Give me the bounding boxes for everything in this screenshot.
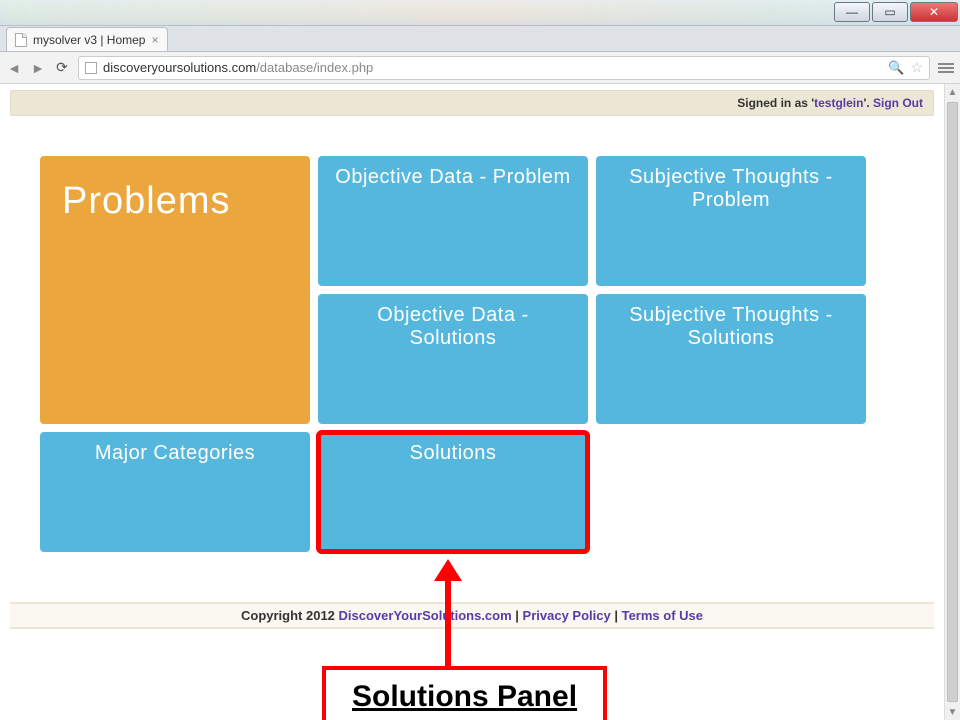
reload-button[interactable]: ⟳	[54, 60, 70, 76]
tile-subjective-thoughts-solutions[interactable]: Subjective Thoughts - Solutions	[596, 294, 866, 424]
footer-privacy-link[interactable]: Privacy Policy	[523, 608, 611, 623]
url-text: discoveryoursolutions.com/database/index…	[103, 60, 882, 75]
tile-objective-data-solutions[interactable]: Objective Data - Solutions	[318, 294, 588, 424]
tile-label: Solutions	[332, 442, 574, 465]
tile-label: Subjective Thoughts - Solutions	[610, 304, 852, 350]
tile-objective-data-problem[interactable]: Objective Data - Problem	[318, 156, 588, 286]
back-button[interactable]: ◄	[6, 60, 22, 76]
tile-subjective-thoughts-problem[interactable]: Subjective Thoughts - Problem	[596, 156, 866, 286]
tile-label: Objective Data - Problem	[332, 166, 574, 189]
window-close-button[interactable]: ✕	[910, 2, 958, 22]
signed-in-label: Signed in as '	[737, 96, 814, 110]
browser-menu-button[interactable]	[938, 63, 954, 73]
page-footer: Copyright 2012 DiscoverYourSolutions.com…	[10, 602, 934, 629]
tab-close-button[interactable]: ×	[151, 33, 158, 47]
footer-terms-link[interactable]: Terms of Use	[622, 608, 703, 623]
tile-solutions[interactable]: Solutions	[318, 432, 588, 552]
annotation-label: Solutions Panel	[352, 680, 577, 713]
signed-in-username: testglein	[814, 96, 863, 110]
forward-button[interactable]: ►	[30, 60, 46, 76]
browser-tab[interactable]: mysolver v3 | Homep ×	[6, 27, 168, 51]
footer-site-link[interactable]: DiscoverYourSolutions.com	[339, 608, 512, 623]
viewport: Signed in as 'testglein'. Sign Out Probl…	[0, 84, 960, 720]
scroll-up-button[interactable]: ▲	[945, 84, 960, 100]
vertical-scrollbar[interactable]: ▲ ▼	[944, 84, 960, 720]
browser-toolbar: ◄ ► ⟳ discoveryoursolutions.com/database…	[0, 52, 960, 84]
tile-major-categories[interactable]: Major Categories	[40, 432, 310, 552]
scroll-down-button[interactable]: ▼	[945, 704, 960, 720]
page-content: Signed in as 'testglein'. Sign Out Probl…	[0, 84, 944, 720]
file-icon	[15, 33, 27, 47]
tile-label: Objective Data - Solutions	[332, 304, 574, 350]
annotation-label-box: Solutions Panel	[322, 666, 607, 720]
annotation-arrow-icon	[445, 577, 451, 667]
tile-problems[interactable]: Problems	[40, 156, 310, 424]
window-minimize-button[interactable]: —	[834, 2, 870, 22]
window-maximize-button[interactable]: ▭	[872, 2, 908, 22]
window-titlebar: — ▭ ✕	[0, 0, 960, 26]
copyright-label: Copyright 2012	[241, 608, 339, 623]
scroll-thumb[interactable]	[947, 102, 958, 702]
tile-label: Major Categories	[54, 442, 296, 465]
bookmark-star-icon[interactable]: ☆	[910, 59, 923, 76]
site-info-icon[interactable]	[85, 62, 97, 74]
zoom-icon[interactable]: 🔍	[888, 60, 904, 76]
tab-title: mysolver v3 | Homep	[33, 33, 145, 47]
browser-tab-strip: mysolver v3 | Homep ×	[0, 26, 960, 52]
tiles-grid: Problems Objective Data - Problem Subjec…	[10, 156, 934, 552]
tile-label: Problems	[54, 166, 296, 223]
login-status-bar: Signed in as 'testglein'. Sign Out	[10, 90, 934, 116]
tile-label: Subjective Thoughts - Problem	[610, 166, 852, 212]
address-bar[interactable]: discoveryoursolutions.com/database/index…	[78, 56, 930, 80]
sign-out-link[interactable]: Sign Out	[873, 96, 923, 110]
